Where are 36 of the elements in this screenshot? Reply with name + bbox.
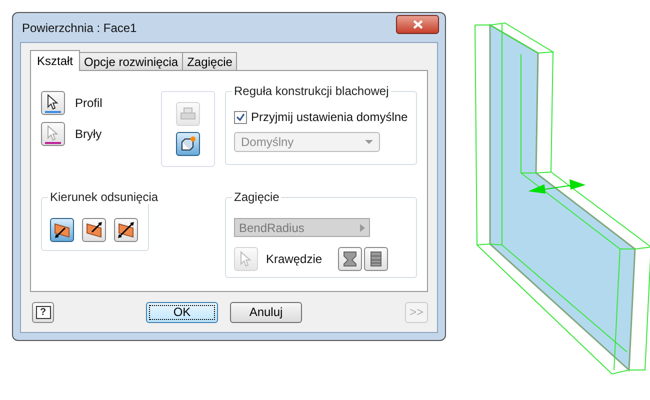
tool-button[interactable] xyxy=(176,132,200,156)
edges-label: Krawędzie xyxy=(266,252,322,266)
tab[interactable]: Opcje rozwinięcia xyxy=(79,52,184,70)
tab[interactable]: Zagięcie xyxy=(182,52,238,70)
group-title: Zagięcie xyxy=(232,190,282,204)
bend-icon xyxy=(342,250,358,268)
selection-button[interactable] xyxy=(41,91,65,115)
selector-label: Profil xyxy=(75,96,102,110)
cursor-icon xyxy=(47,124,59,140)
close-button[interactable] xyxy=(396,15,439,34)
help-button[interactable]: ? xyxy=(32,302,54,322)
cancel-button[interactable]: Anuluj xyxy=(230,302,302,322)
direction-icon xyxy=(85,221,103,239)
bend-button[interactable] xyxy=(338,247,362,271)
shape-icon xyxy=(180,136,196,152)
selection-button[interactable] xyxy=(41,122,65,146)
direction-button[interactable] xyxy=(50,218,74,242)
bend-icon xyxy=(368,250,384,268)
cursor-icon xyxy=(240,251,252,267)
group-title: Reguła konstrukcji blachowej xyxy=(232,84,391,98)
ok-button[interactable]: OK xyxy=(146,302,218,322)
group-title: Kierunek odsunięcia xyxy=(48,190,160,204)
checkbox[interactable] xyxy=(234,110,247,124)
direction-icon xyxy=(117,221,135,239)
arrow-icon xyxy=(360,224,365,232)
tab[interactable]: Kształt xyxy=(30,50,80,71)
direction-button[interactable] xyxy=(114,218,138,242)
cursor-icon xyxy=(47,94,59,110)
window-title: Powierzchnia : Face1 xyxy=(21,20,137,34)
selector-label: Bryły xyxy=(75,127,102,141)
direction-button[interactable] xyxy=(82,218,106,242)
printer-icon xyxy=(180,106,196,122)
bend-button[interactable] xyxy=(364,247,388,271)
checkbox-label: Przyjmij ustawienia domyślne xyxy=(251,110,408,124)
close-icon xyxy=(412,20,422,29)
direction-icon xyxy=(53,221,71,239)
